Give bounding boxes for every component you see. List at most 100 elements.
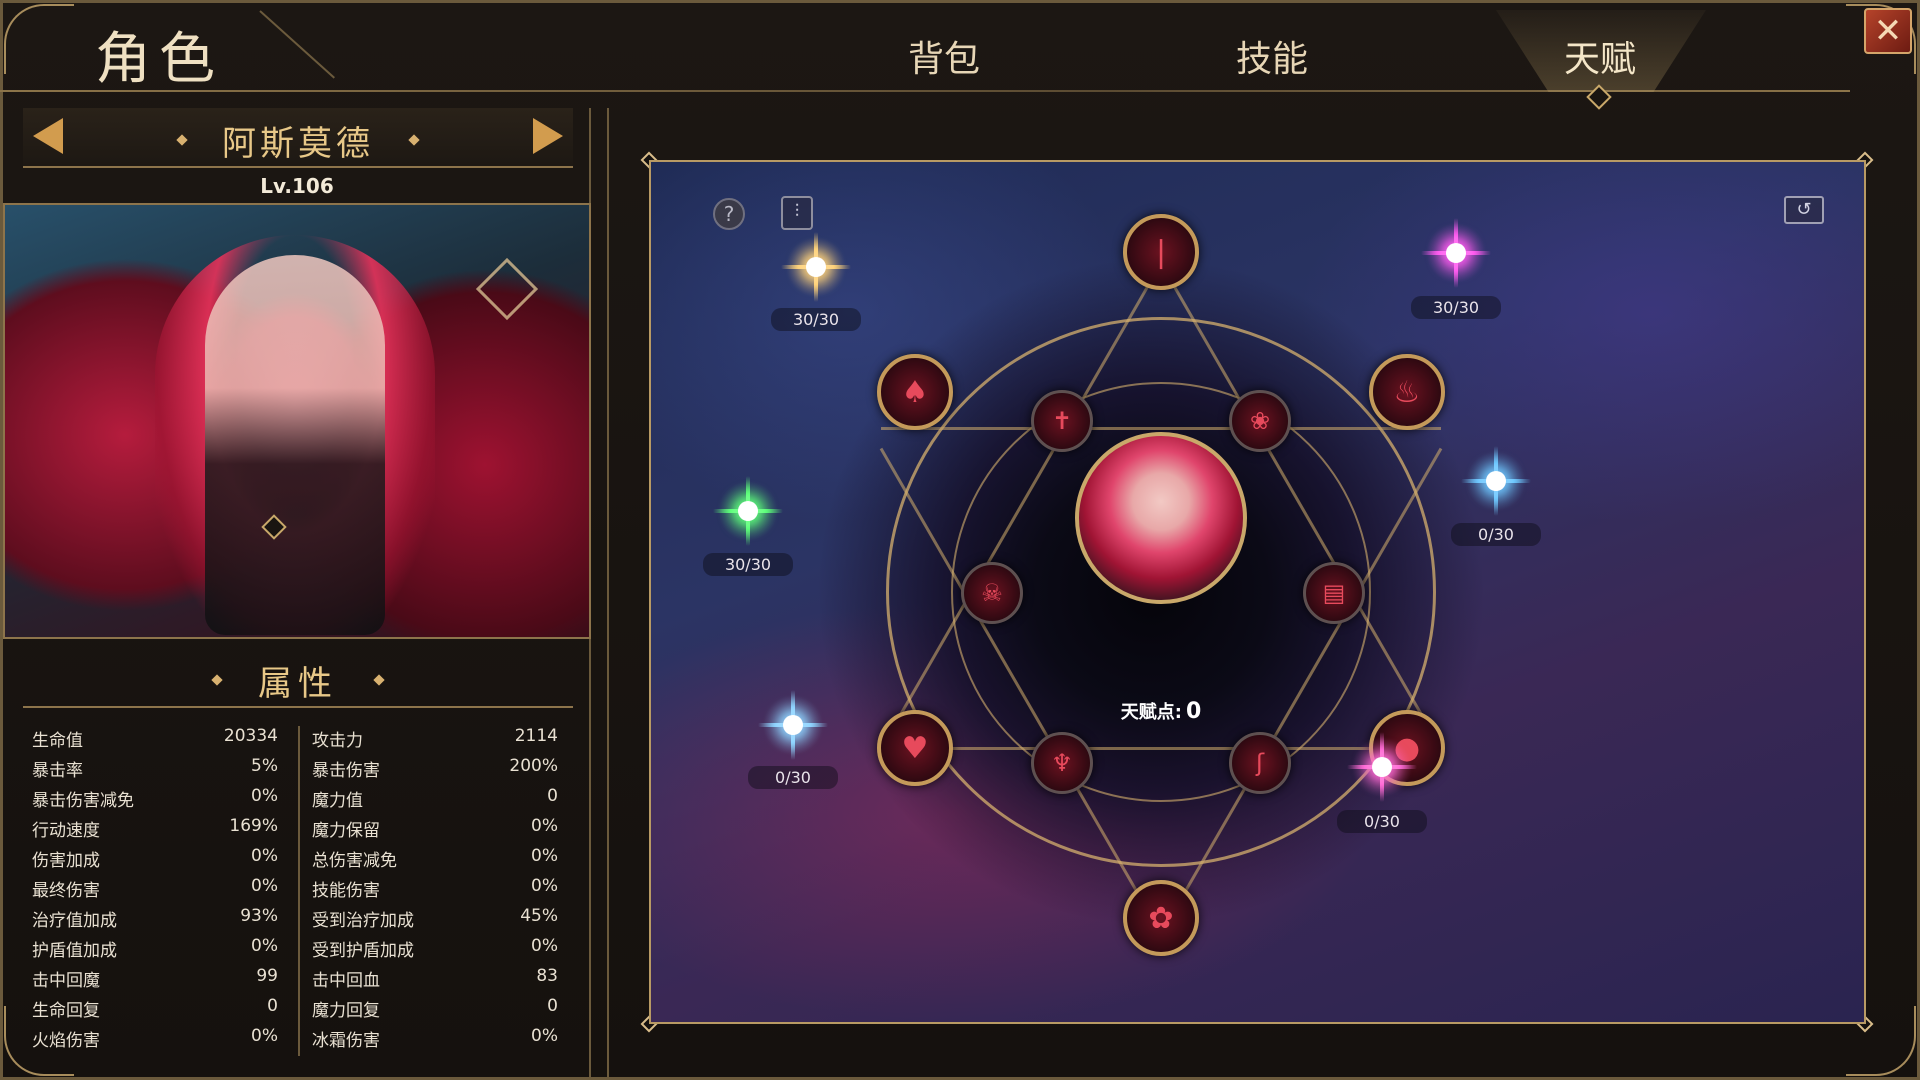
attributes-right-column: 攻击力 2114 暴击伤害 200% 魔力值 0 魔力保留 0% 总伤害减免 0% 技能伤害 0% 受到… (308, 726, 558, 1056)
tab-skills[interactable]: 技能 (1212, 30, 1332, 82)
attribute-value: 0 (547, 996, 558, 1016)
attribute-label: 魔力保留 (312, 821, 380, 841)
talent-node-thorns[interactable]: ♨ (1369, 354, 1445, 430)
star-core (1486, 471, 1506, 491)
attribute-label: 行动速度 (32, 821, 100, 841)
attributes-left-column: 生命值 20334 暴击率 5% 暴击伤害减免 0% 行动速度 169% 伤害加成 0% 最终伤害 0… (28, 726, 278, 1056)
talent-center-portrait (1075, 432, 1247, 604)
attribute-row: 火焰伤害 0% (28, 1026, 278, 1056)
attribute-row: 暴击伤害减免 0% (28, 786, 278, 816)
attribute-value: 2114 (514, 726, 558, 746)
attribute-label: 护盾值加成 (32, 941, 117, 961)
attribute-row: 受到治疗加成 45% (308, 906, 558, 936)
attribute-value: 0% (251, 846, 278, 866)
attribute-value: 93% (240, 906, 278, 926)
attribute-label: 技能伤害 (312, 881, 380, 901)
attribute-row: 暴击率 5% (28, 756, 278, 786)
star-core (738, 501, 758, 521)
talent-node-heart[interactable]: ♥ (877, 710, 953, 786)
attribute-row: 暴击伤害 200% (308, 756, 558, 786)
star-progress-label: 30/30 (1411, 296, 1501, 319)
attribute-label: 伤害加成 (32, 851, 100, 871)
attribute-label: 生命值 (32, 731, 83, 751)
talent-star-pink[interactable] (1347, 732, 1417, 802)
reset-button[interactable]: ↺ (1784, 196, 1824, 224)
talent-star-green[interactable] (713, 476, 783, 546)
attribute-row: 总伤害减免 0% (308, 846, 558, 876)
attribute-value: 0% (251, 936, 278, 956)
talent-star-blue[interactable] (1461, 446, 1531, 516)
character-level: Lv.106 (260, 174, 334, 198)
star-core (783, 715, 803, 735)
header-slant-line (259, 10, 335, 79)
attribute-row: 受到护盾加成 0% (308, 936, 558, 966)
attribute-value: 83 (536, 966, 558, 986)
talent-node-tome[interactable]: ▤ (1303, 562, 1365, 624)
talent-node-rose[interactable]: ✿ (1123, 880, 1199, 956)
attribute-row: 攻击力 2114 (308, 726, 558, 756)
close-icon: ✕ (1873, 11, 1903, 51)
attribute-value: 45% (520, 906, 558, 926)
help-button[interactable]: ? (713, 198, 745, 230)
attribute-value: 0% (251, 1026, 278, 1046)
talent-node-tentacle[interactable]: ʃ (1229, 732, 1291, 794)
attribute-value: 0% (251, 876, 278, 896)
attribute-row: 技能伤害 0% (308, 876, 558, 906)
star-progress-label: 0/30 (748, 766, 838, 789)
attributes-divider (298, 726, 300, 1056)
attribute-row: 击中回血 83 (308, 966, 558, 996)
star-progress-label: 30/30 (771, 308, 861, 331)
character-name: 阿斯莫德 (222, 124, 374, 164)
attribute-label: 击中回魔 (32, 971, 100, 991)
attribute-row: 行动速度 169% (28, 816, 278, 846)
attribute-label: 冰霜伤害 (312, 1031, 380, 1051)
talent-board: ? ⫶ ↺ ❘ ♠ ♨ ♥ ● ✿ ✝ ❀ ☠ ▤ ♆ ʃ 天赋点: 0 30/… (649, 160, 1866, 1024)
attribute-label: 暴击伤害 (312, 761, 380, 781)
attribute-row: 护盾值加成 0% (28, 936, 278, 966)
attribute-row: 击中回魔 99 (28, 966, 278, 996)
star-progress-label: 0/30 (1451, 523, 1541, 546)
attribute-value: 20334 (223, 726, 278, 746)
attribute-row: 冰霜伤害 0% (308, 1026, 558, 1056)
talent-star-lightblue[interactable] (758, 690, 828, 760)
attribute-label: 受到治疗加成 (312, 911, 414, 931)
talent-node-ghost[interactable]: ♆ (1031, 732, 1093, 794)
attribute-value: 0 (547, 786, 558, 806)
attributes-header: 属性 (23, 648, 573, 708)
attribute-value: 0% (531, 936, 558, 956)
character-name-bar: 阿斯莫德 (23, 108, 573, 168)
portrait-figure (205, 255, 385, 635)
talent-points-value: 0 (1185, 699, 1202, 724)
attribute-row: 最终伤害 0% (28, 876, 278, 906)
talent-node-cross[interactable]: ✝ (1031, 390, 1093, 452)
talent-node-silhouette[interactable]: ♠ (877, 354, 953, 430)
attribute-label: 暴击率 (32, 761, 83, 781)
close-button[interactable]: ✕ (1864, 8, 1912, 54)
tab-talent[interactable]: 天赋 (1540, 30, 1660, 82)
attribute-label: 击中回血 (312, 971, 380, 991)
attribute-label: 魔力值 (312, 791, 363, 811)
attribute-row: 魔力值 0 (308, 786, 558, 816)
attribute-label: 火焰伤害 (32, 1031, 100, 1051)
sliders-icon: ⫶ (794, 201, 800, 222)
attribute-value: 0% (531, 1026, 558, 1046)
attribute-label: 最终伤害 (32, 881, 100, 901)
talent-star-magenta[interactable] (1421, 218, 1491, 288)
attribute-row: 魔力回复 0 (308, 996, 558, 1026)
attribute-label: 攻击力 (312, 731, 363, 751)
attribute-value: 0% (531, 876, 558, 896)
talent-node-rose-small[interactable]: ❀ (1229, 390, 1291, 452)
talent-panel: ? ⫶ ↺ ❘ ♠ ♨ ♥ ● ✿ ✝ ❀ ☠ ▤ ♆ ʃ 天赋点: 0 30/… (607, 108, 1920, 1080)
attribute-value: 99 (256, 966, 278, 986)
attribute-label: 总伤害减免 (312, 851, 397, 871)
attribute-label: 受到护盾加成 (312, 941, 414, 961)
star-core (1446, 243, 1466, 263)
talent-star-gold[interactable] (781, 232, 851, 302)
next-character-arrow-icon[interactable] (533, 118, 563, 154)
tab-inventory[interactable]: 背包 (884, 30, 1004, 82)
character-panel: 阿斯莫德 Lv.106 属性 生命值 20334 暴击率 5% 暴击伤害减免 0% 行动速度… (3, 108, 591, 1080)
talent-node-skull[interactable]: ☠ (961, 562, 1023, 624)
attribute-value: 0% (251, 786, 278, 806)
talent-node-claw[interactable]: ❘ (1123, 214, 1199, 290)
settings-button[interactable]: ⫶ (781, 196, 813, 230)
